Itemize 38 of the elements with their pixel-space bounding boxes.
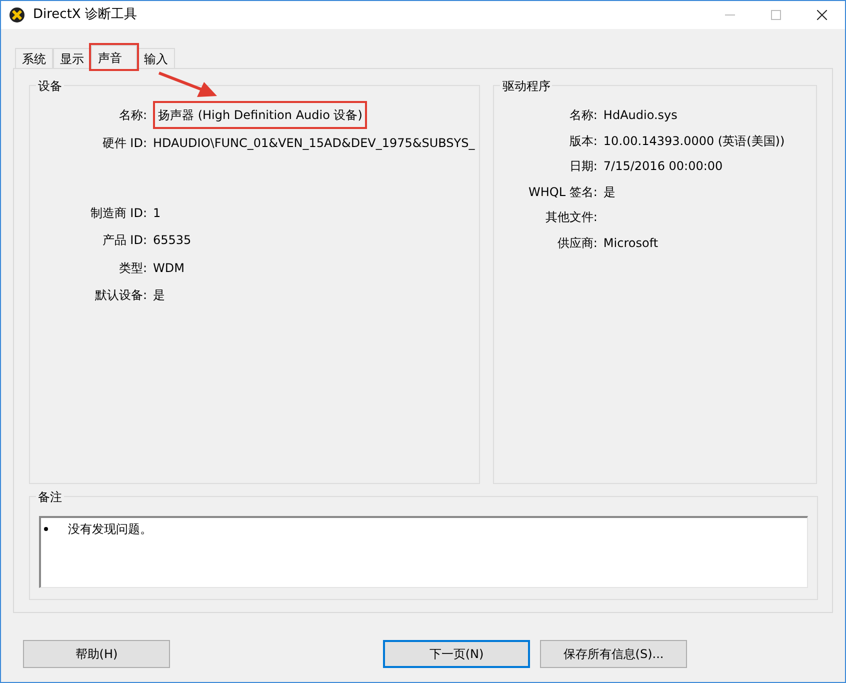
field-label: WHQL 签名: bbox=[528, 184, 598, 201]
field-label: 日期: bbox=[568, 158, 598, 176]
field-value: 65535 bbox=[153, 232, 192, 249]
close-icon[interactable] bbox=[817, 10, 827, 20]
annotation-arrow bbox=[157, 70, 219, 100]
field-value: 10.00.14393.0000 (英语(美国)) bbox=[603, 132, 785, 150]
tab[interactable]: 输入 bbox=[137, 48, 175, 68]
field-value: 扬声器 (High Definition Audio 设备) bbox=[153, 101, 368, 129]
tab[interactable]: 显示 bbox=[53, 48, 91, 68]
field-label: 名称: bbox=[568, 107, 598, 124]
field-value: WDM bbox=[153, 260, 184, 276]
field-label: 硬件 ID: bbox=[101, 134, 147, 152]
field-value: 是 bbox=[603, 184, 616, 201]
field-value: HDAUDIO\FUNC_01&VEN_15AD&DEV_1975&SUBSYS_ bbox=[153, 134, 475, 152]
dialog-button[interactable]: 保存所有信息(S)... bbox=[540, 640, 687, 668]
field-label: 供应商: bbox=[556, 234, 598, 252]
field-value: 1 bbox=[153, 204, 161, 222]
bullet-icon bbox=[44, 527, 48, 531]
maximize-icon[interactable] bbox=[771, 10, 781, 20]
field-label: 名称: bbox=[118, 107, 147, 124]
field-label: 默认设备: bbox=[94, 287, 147, 304]
dialog-button[interactable]: 下一页(N) bbox=[383, 640, 530, 668]
tab[interactable]: 系统 bbox=[15, 48, 53, 68]
app-icon bbox=[9, 7, 25, 23]
field-label: 其他文件: bbox=[544, 209, 598, 226]
field-value: 7/15/2016 00:00:00 bbox=[603, 158, 723, 176]
window-title: DirectX 诊断工具 bbox=[33, 6, 137, 24]
tab[interactable]: 声音 bbox=[91, 45, 137, 69]
note-text: 没有发现问题。 bbox=[68, 521, 152, 538]
field-value: HdAudio.sys bbox=[603, 107, 678, 124]
dialog-button[interactable]: 帮助(H) bbox=[23, 640, 170, 668]
field-label: 制造商 ID: bbox=[89, 204, 147, 222]
field-label: 版本: bbox=[568, 132, 598, 150]
group-title: 驱动程序 bbox=[500, 77, 552, 95]
field-label: 类型: bbox=[118, 260, 147, 276]
field-value: 是 bbox=[153, 287, 165, 304]
field-label: 产品 ID: bbox=[101, 232, 147, 249]
field-value: Microsoft bbox=[603, 234, 658, 252]
